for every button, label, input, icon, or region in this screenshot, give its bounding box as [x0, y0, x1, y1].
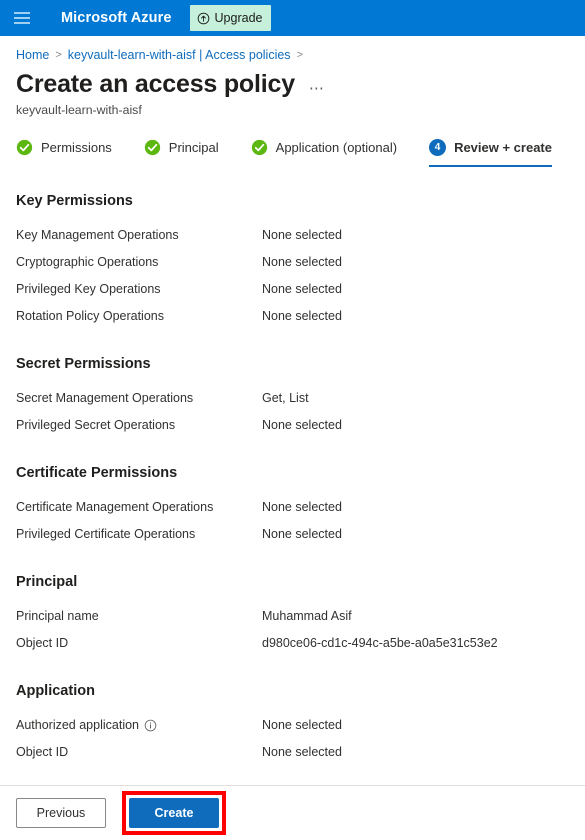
review-row: Rotation Policy Operations None selected [16, 303, 569, 330]
create-button[interactable]: Create [129, 798, 219, 828]
review-row-value: None selected [262, 527, 342, 542]
section-heading: Application [16, 682, 95, 699]
review-row-key-label: Cryptographic Operations [16, 255, 159, 270]
review-row-key: Privileged Secret Operations [16, 418, 262, 432]
review-row: Privileged Key Operations None selected [16, 276, 569, 303]
review-row-value: None selected [262, 282, 342, 297]
review-row: Principal name Muhammad Asif [16, 603, 569, 630]
previous-button[interactable]: Previous [16, 798, 106, 828]
hamburger-menu-icon[interactable] [8, 4, 36, 32]
review-row-value: Muhammad Asif [262, 609, 352, 624]
review-row: Privileged Secret Operations None selecte… [16, 412, 569, 439]
review-row-value: None selected [262, 228, 342, 243]
review-row-key: Certificate Management Operations [16, 500, 262, 514]
review-row-value: None selected [262, 418, 342, 433]
wizard-step-label: Principal [168, 139, 219, 155]
section-rows: Certificate Management Operations None se… [16, 494, 569, 548]
review-row-key: Key Management Operations [16, 228, 262, 242]
section-rows: Principal name Muhammad Asif Object ID d980… [16, 603, 569, 657]
review-row-value: None selected [262, 255, 342, 270]
upgrade-button[interactable]: Upgrade [189, 5, 272, 31]
review-row-key: Authorized application [16, 718, 262, 732]
review-row-key-label: Object ID [16, 745, 69, 760]
azure-brand-title[interactable]: Microsoft Azure [61, 10, 172, 26]
check-circle-icon [251, 139, 267, 155]
review-row: Object ID None selected [16, 739, 569, 766]
breadcrumb-separator-icon: > [296, 49, 303, 61]
review-row-key-label: Principal name [16, 609, 99, 624]
review-row: Key Management Operations None selected [16, 222, 569, 249]
section-heading: Secret Permissions [16, 355, 151, 372]
check-circle-icon [16, 139, 33, 155]
breadcrumb: Home > keyvault-learn-with-aisf | Access… [0, 36, 585, 62]
wizard-step-label: Application (optional) [275, 139, 398, 155]
review-row-value: None selected [262, 718, 342, 733]
breadcrumb-item-access-policies[interactable]: keyvault-learn-with-aisf | Access polici… [68, 48, 291, 62]
breadcrumb-item-home[interactable]: Home [16, 48, 49, 62]
step-number-badge: 4 [429, 138, 447, 156]
review-row-key-label: Authorized application [16, 718, 139, 733]
review-row-key: Object ID [16, 636, 262, 650]
section-rows: Authorized application None selected Objec… [16, 712, 569, 766]
review-row-key: Privileged Certificate Operations [16, 527, 262, 541]
review-row-value: None selected [262, 745, 342, 760]
review-row-key: Cryptographic Operations [16, 255, 262, 269]
page-subtitle: keyvault-learn-with-aisf [16, 102, 142, 117]
review-row-value: None selected [262, 309, 342, 324]
wizard-step-review-create[interactable]: 4 Review + create [429, 138, 552, 167]
review-row-key: Privileged Key Operations [16, 282, 262, 296]
review-row-key-label: Rotation Policy Operations [16, 309, 164, 324]
review-row-key: Object ID [16, 745, 262, 759]
page-title-row: Create an access policy ⋯ [0, 62, 585, 99]
review-row-key: Rotation Policy Operations [16, 309, 262, 323]
section-heading: Certificate Permissions [16, 464, 178, 481]
review-row-value: None selected [262, 500, 342, 515]
global-header: Microsoft Azure Upgrade [0, 0, 585, 36]
check-circle-icon [144, 139, 160, 155]
review-row-key: Secret Management Operations [16, 391, 262, 405]
review-row-value: d980ce06-cd1c-494c-a5be-a0a5e31c53e2 [262, 636, 498, 651]
wizard-step-label: Review + create [454, 139, 552, 155]
more-options-icon[interactable]: ⋯ [309, 79, 326, 97]
wizard-steps: Permissions Principal Application (optiona… [0, 117, 585, 167]
upgrade-button-label: Upgrade [214, 11, 263, 25]
arrow-up-circle-icon [197, 12, 209, 24]
review-row-key-label: Certificate Management Operations [16, 500, 214, 515]
page-title: Create an access policy [16, 70, 295, 98]
wizard-step-application-optional[interactable]: Application (optional) [251, 139, 397, 167]
create-button-highlight: Create [122, 791, 226, 835]
review-content: Key Permissions Key Management Operations… [0, 193, 585, 766]
review-row-key-label: Key Management Operations [16, 228, 179, 243]
review-row-key-label: Secret Management Operations [16, 391, 194, 406]
review-row: Certificate Management Operations None se… [16, 494, 569, 521]
review-row: Authorized application None selected [16, 712, 569, 739]
review-row-key-label: Privileged Secret Operations [16, 418, 176, 433]
review-row: Object ID d980ce06-cd1c-494c-a5be-a0a5e31… [16, 630, 569, 657]
wizard-step-principal[interactable]: Principal [144, 139, 219, 167]
wizard-footer: Previous Create [0, 785, 585, 840]
section-heading: Principal [16, 573, 78, 590]
review-row: Privileged Certificate Operations None se… [16, 521, 569, 548]
review-row: Secret Management Operations Get, List [16, 385, 569, 412]
section-rows: Secret Management Operations Get, List Pri… [16, 385, 569, 439]
wizard-step-label: Permissions [41, 139, 112, 155]
review-row-key-label: Privileged Certificate Operations [16, 527, 196, 542]
review-row: Cryptographic Operations None selected [16, 249, 569, 276]
review-row-value: Get, List [262, 391, 309, 406]
review-row-key-label: Object ID [16, 636, 69, 651]
breadcrumb-separator-icon: > [55, 49, 62, 61]
review-row-key: Principal name [16, 609, 262, 623]
section-heading: Key Permissions [16, 192, 133, 209]
info-icon[interactable] [144, 719, 157, 732]
wizard-step-permissions[interactable]: Permissions [16, 139, 112, 167]
section-rows: Key Management Operations None selected Cr… [16, 222, 569, 330]
review-row-key-label: Privileged Key Operations [16, 282, 161, 297]
